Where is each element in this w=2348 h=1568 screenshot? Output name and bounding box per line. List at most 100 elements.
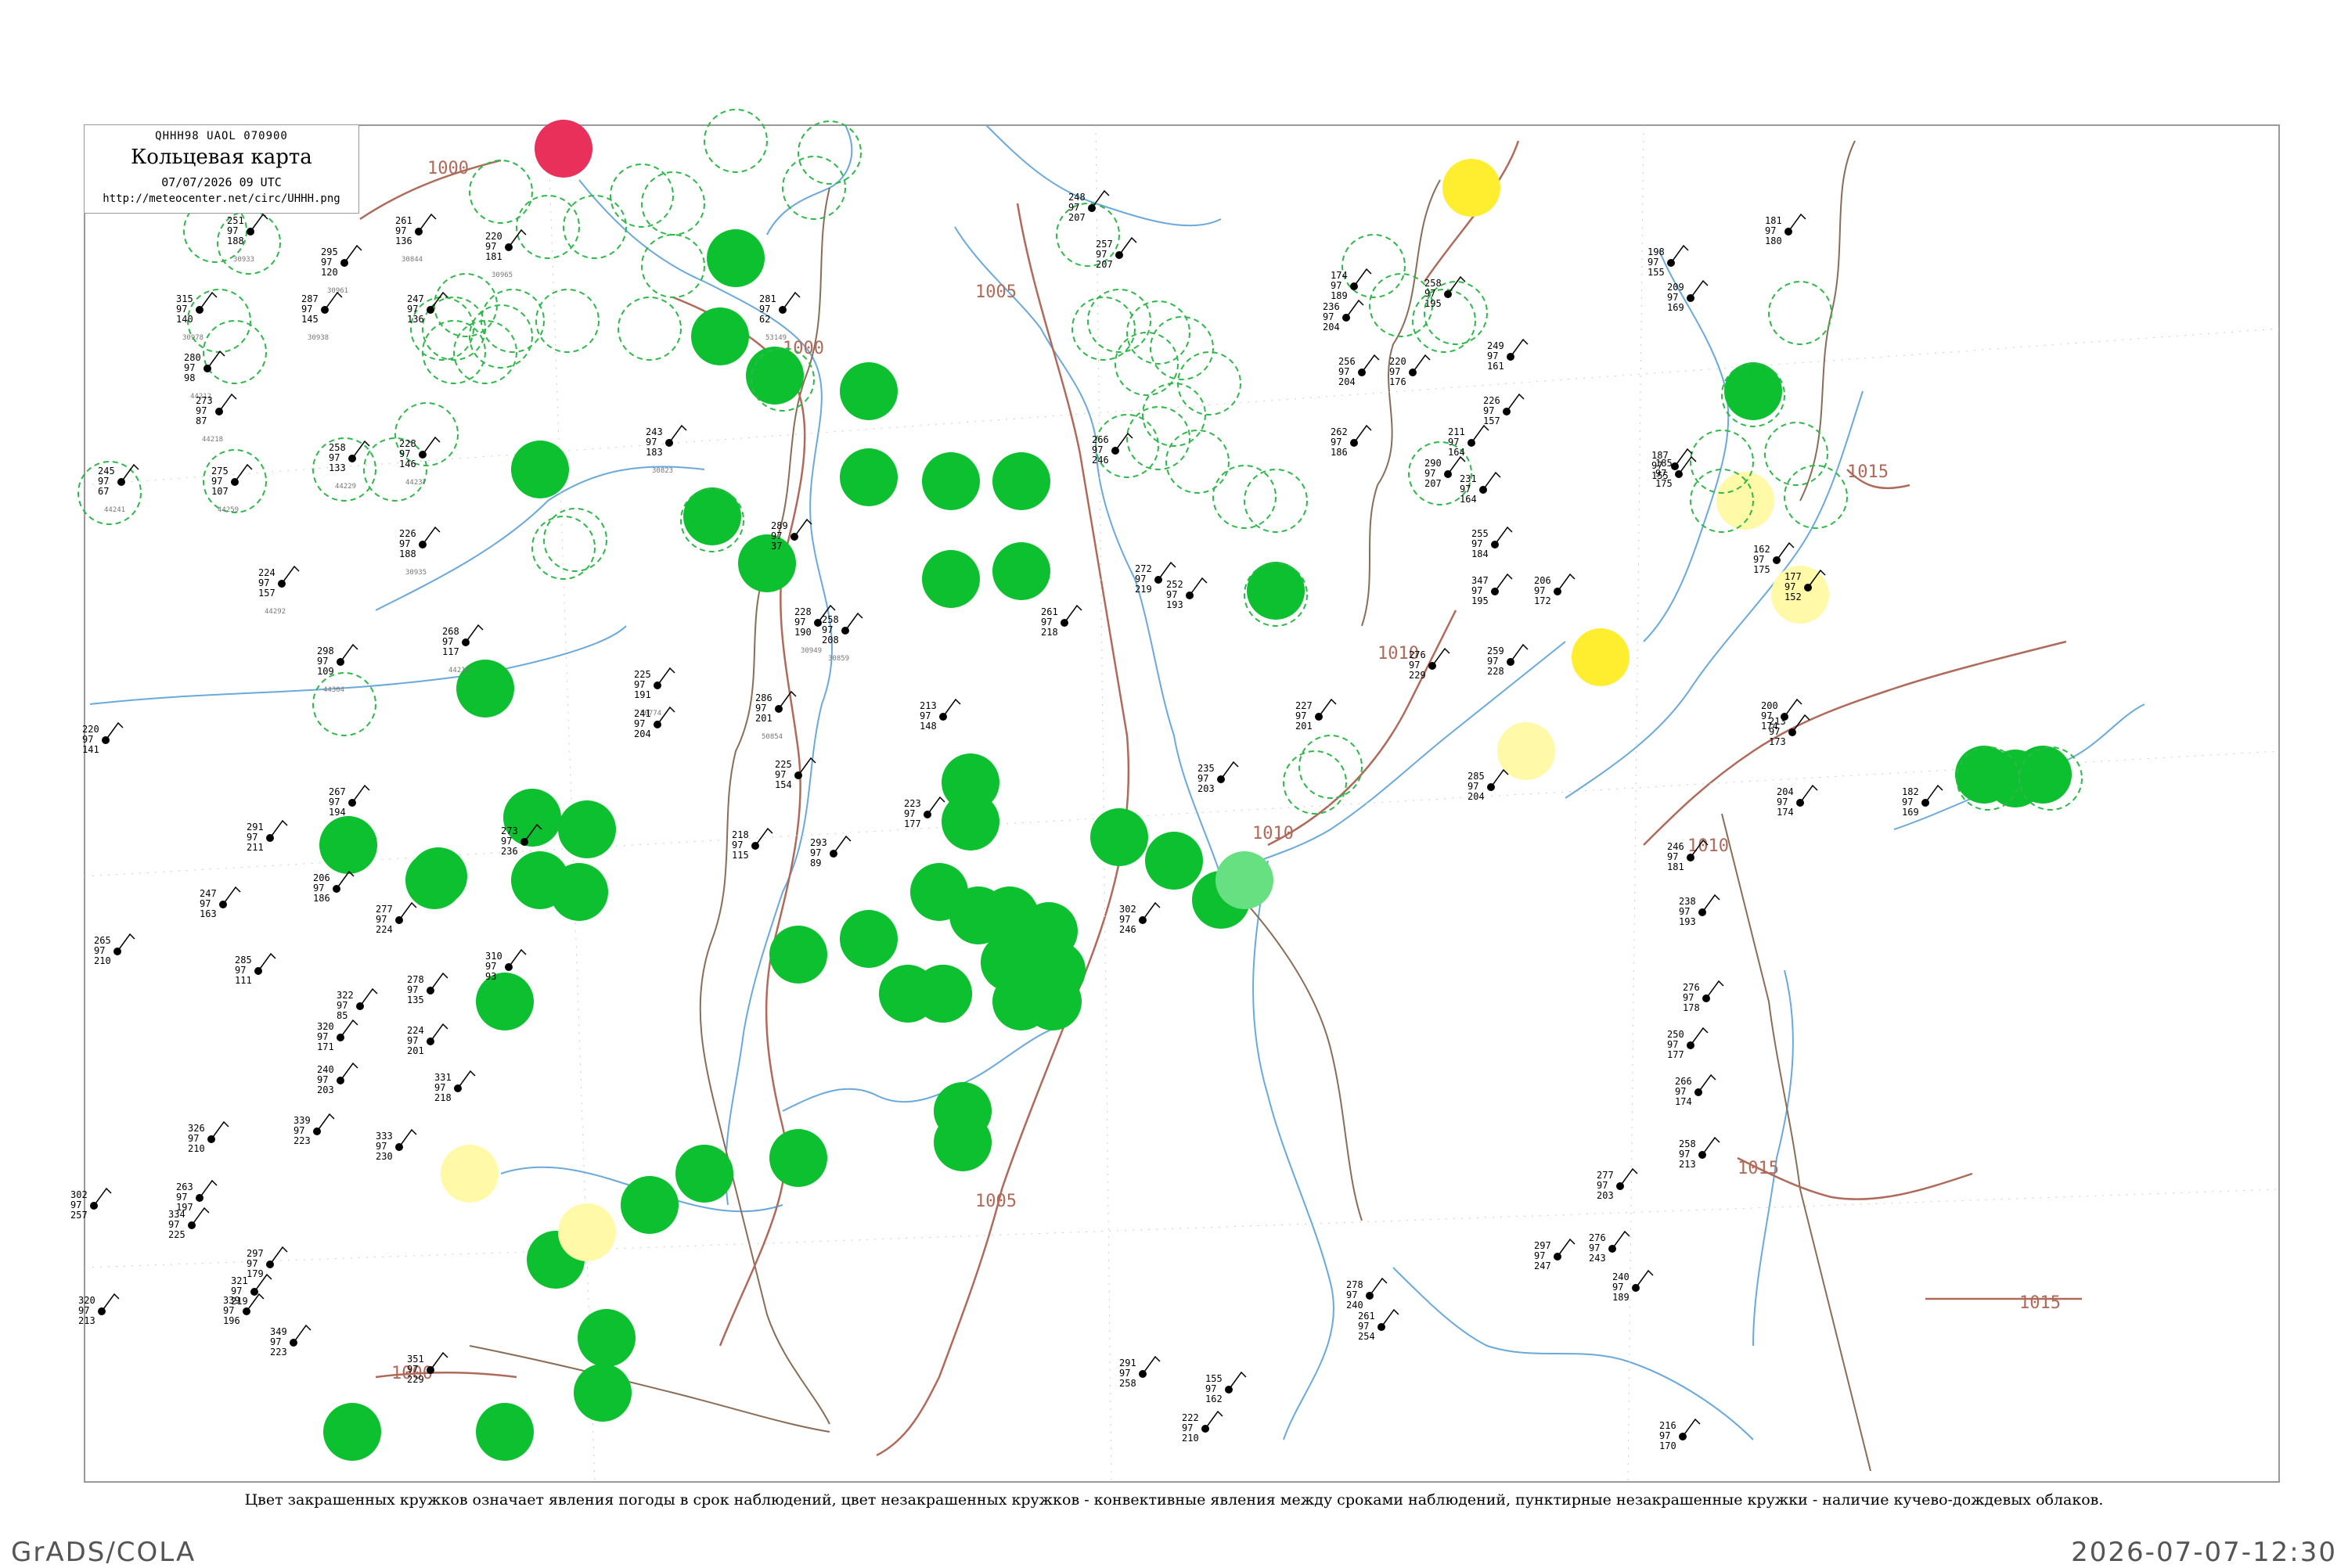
station-value: 285: [1468, 771, 1485, 782]
station-value: 97: [1338, 366, 1349, 377]
station-value: 222: [1182, 1412, 1199, 1423]
wind-barb: [1412, 354, 1431, 373]
station-value: 276: [1409, 649, 1426, 660]
station-value: 246: [1119, 924, 1136, 935]
station-id: 44237: [405, 479, 427, 487]
graticule: [84, 124, 2280, 1483]
station-value: 218: [434, 1092, 452, 1103]
source-url[interactable]: http://meteocenter.net/circ/UHHH.png: [85, 192, 358, 205]
station-value: 97: [94, 945, 105, 956]
station-id: 44241: [104, 506, 125, 514]
station-value: 293: [810, 837, 827, 848]
station-plot: 22797201: [1295, 698, 1337, 732]
station-plot: 22697157: [1483, 393, 1525, 426]
cumulonimbus-circle: [1126, 300, 1190, 365]
weather-circle: [1497, 722, 1555, 780]
bulletin-code: QHHH98 UAOL 070900: [155, 130, 288, 142]
station-plot: 23197164: [1460, 471, 1501, 505]
station-value: 97: [1471, 538, 1482, 549]
station-plot: 33397230: [376, 1128, 417, 1162]
station-value: 201: [755, 713, 772, 724]
station-value: 211: [247, 842, 264, 853]
wind-barb: [422, 526, 441, 545]
wind-barb: [754, 827, 773, 847]
station-value: 209: [1667, 282, 1684, 293]
station-value: 204: [1323, 322, 1340, 333]
wind-barb: [1705, 980, 1724, 999]
station-value: 97: [775, 769, 786, 780]
wind-barb: [1619, 1167, 1638, 1187]
cumulonimbus-circle: [363, 437, 427, 502]
wind-barb: [1345, 299, 1364, 318]
station-value: 213: [1769, 716, 1786, 727]
cumulonimbus-circle: [1150, 316, 1214, 380]
station-value: 97: [442, 636, 453, 647]
weather-circle: [578, 1309, 636, 1367]
station-value: 262: [1331, 426, 1348, 437]
station-value: 97: [501, 836, 512, 847]
station-value: 278: [407, 974, 424, 985]
station-value: 193: [1166, 599, 1183, 610]
isobar-label: 1005: [975, 282, 1017, 302]
cumulonimbus-circle: [1071, 297, 1136, 361]
station-value: 224: [407, 1025, 424, 1036]
station-value: 97: [1679, 906, 1690, 917]
weather-circle: [769, 1129, 827, 1187]
station-value: 213: [1679, 1159, 1696, 1170]
station-plot: 20697186: [313, 870, 355, 904]
wind-barb: [465, 624, 484, 643]
station-value: 273: [196, 395, 213, 406]
station-value: 97: [822, 624, 833, 635]
cumulonimbus-circle: [203, 320, 267, 384]
wind-barb: [1510, 338, 1529, 358]
station-value: 97: [634, 679, 645, 690]
station-plot: 26697174: [1675, 1074, 1716, 1107]
station-plot: 24097203: [317, 1062, 358, 1095]
station-value: 174: [1675, 1096, 1692, 1107]
station-value: 97: [1135, 574, 1146, 584]
station-plot: 25897213: [1679, 1136, 1720, 1170]
station-value: 145: [301, 314, 319, 325]
station-value: 97: [1346, 1289, 1357, 1300]
station-value: 265: [94, 935, 111, 946]
station-value: 258: [1679, 1138, 1696, 1149]
weather-circle: [2014, 746, 2072, 804]
station-value: 140: [176, 314, 193, 325]
weather-circle: [992, 542, 1050, 600]
station-value: 97: [1389, 366, 1400, 377]
station-value: 298: [317, 646, 334, 656]
station-value: 155: [1648, 267, 1665, 278]
station-value: 188: [399, 548, 416, 559]
station-value: 97: [395, 225, 406, 236]
weather-circle: [441, 1145, 499, 1203]
station-value: 107: [211, 486, 229, 497]
station-plot: 18197180: [1765, 213, 1806, 246]
wind-barb: [1118, 236, 1137, 256]
station-value: 315: [176, 293, 193, 304]
cumulonimbus-circle: [1087, 289, 1151, 353]
map-title: Кольцевая карта: [131, 146, 312, 169]
station-value: 235: [1197, 763, 1215, 774]
station-value: 97: [1166, 589, 1177, 600]
station-plot: 22397177: [904, 796, 945, 829]
station-plot: 33497225: [168, 1207, 210, 1240]
wind-barb: [508, 228, 527, 248]
station-value: 97: [407, 1035, 418, 1046]
wind-barb: [117, 933, 135, 952]
wind-barb: [782, 291, 801, 311]
station-value: 97: [1468, 781, 1478, 792]
station-value: 321: [231, 1275, 248, 1286]
isobar-label: 1015: [2019, 1293, 2061, 1313]
station-value: 218: [1041, 627, 1058, 638]
station-plot: 22497201: [407, 1023, 448, 1056]
weather-circle: [840, 448, 898, 506]
wind-barb: [269, 1246, 288, 1265]
wind-barb: [1220, 761, 1239, 780]
station-value: 97: [407, 1364, 418, 1375]
station-id: 30933: [233, 256, 254, 264]
wind-barb: [1361, 354, 1380, 373]
station-value: 181: [1765, 215, 1782, 226]
station-value: 261: [1358, 1311, 1375, 1322]
weather-circle: [476, 1403, 534, 1461]
wind-barb: [668, 424, 687, 444]
